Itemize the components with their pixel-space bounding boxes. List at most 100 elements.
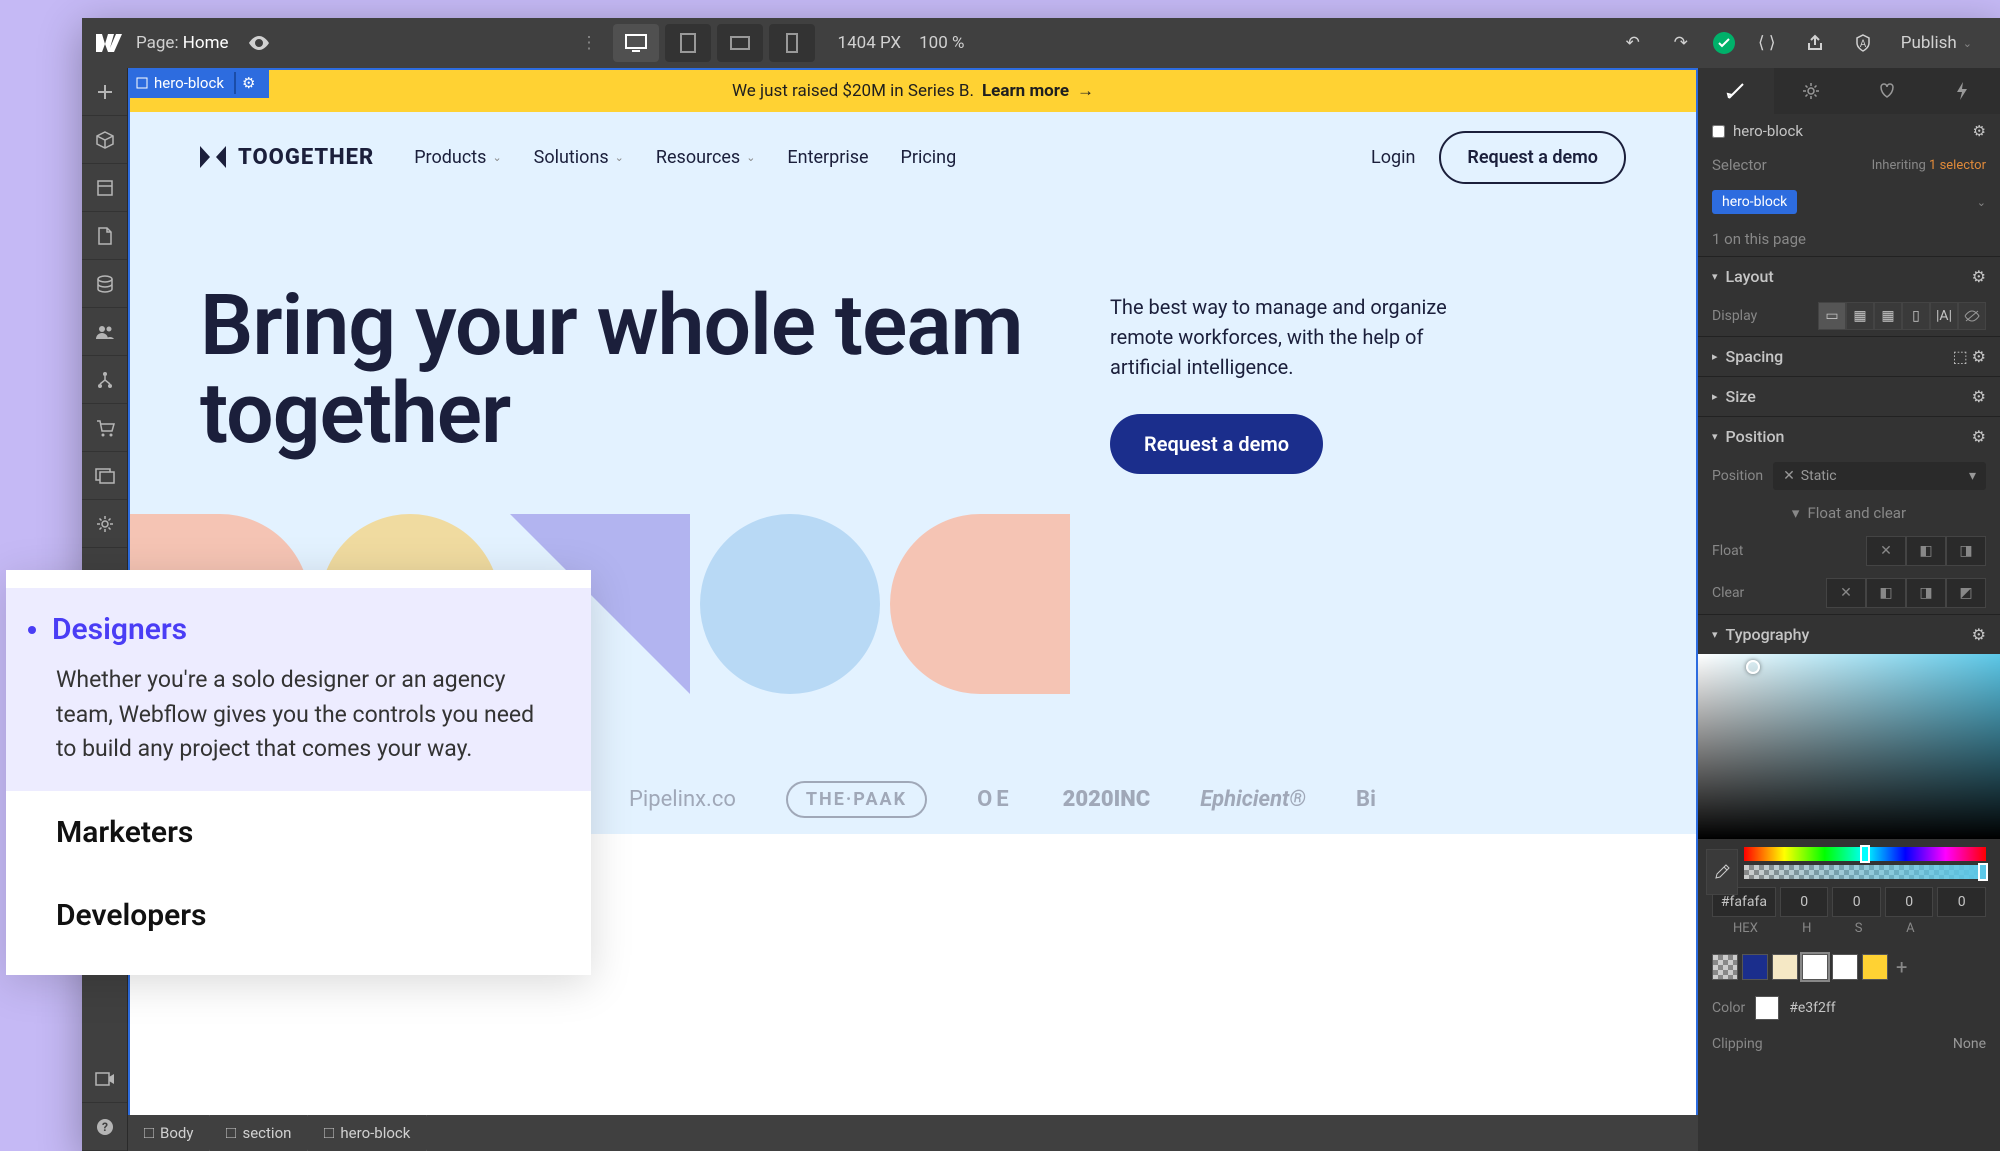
video-icon[interactable] <box>82 1055 127 1103</box>
breakpoint-mobile[interactable] <box>769 24 815 62</box>
logic-icon[interactable] <box>82 356 127 404</box>
audit-icon[interactable]: A <box>1847 27 1879 59</box>
add-swatch-icon[interactable]: + <box>1896 955 1907 979</box>
element-checkbox[interactable] <box>1712 125 1725 138</box>
swatch-4[interactable] <box>1832 954 1858 980</box>
export-icon[interactable] <box>1799 27 1831 59</box>
nav-resources[interactable]: Resources ⌄ <box>656 147 756 168</box>
tab-style-manager-icon[interactable] <box>1849 68 1925 114</box>
topbar-actions: ↶ ↷ ⟨ ⟩ A Publish ⌄ <box>1617 27 1992 59</box>
color-chip[interactable] <box>1755 996 1779 1020</box>
clear-left[interactable]: ◧ <box>1866 578 1906 608</box>
page-label[interactable]: Page: Home <box>136 33 229 53</box>
settings-icon[interactable] <box>82 500 127 548</box>
add-element-icon[interactable] <box>82 68 127 116</box>
status-ok-icon[interactable] <box>1713 32 1735 54</box>
display-inline-icon[interactable]: |A| <box>1930 302 1958 330</box>
code-icon[interactable]: ⟨ ⟩ <box>1751 27 1783 59</box>
publish-button[interactable]: Publish ⌄ <box>1895 33 1978 53</box>
section-size[interactable]: ▸Size⚙ <box>1698 377 2000 416</box>
tab-settings-icon[interactable] <box>1774 68 1850 114</box>
popup-designers[interactable]: Designers Whether you're a solo designer… <box>6 588 591 791</box>
tab-style-icon[interactable] <box>1698 68 1774 114</box>
logo-thepaak: THE·PAAK <box>786 781 927 818</box>
r-input[interactable]: 0 <box>1780 887 1829 917</box>
clear-none[interactable]: ✕ <box>1826 578 1866 608</box>
kebab-icon[interactable]: ⋮ <box>581 33 598 53</box>
breadcrumb-body[interactable]: Body <box>128 1115 210 1151</box>
help-icon[interactable]: ? <box>82 1103 127 1151</box>
symbols-icon[interactable] <box>82 116 127 164</box>
a-input[interactable]: 0 <box>1937 887 1986 917</box>
ecommerce-icon[interactable] <box>82 404 127 452</box>
breakpoint-group <box>610 24 818 62</box>
breakpoint-desktop[interactable] <box>613 24 659 62</box>
pages-icon[interactable] <box>82 212 127 260</box>
top-bar: Page: Home ⋮ 1404 PX100 % ↶ ↷ ⟨ ⟩ A Publ… <box>82 18 2000 68</box>
nav-enterprise[interactable]: Enterprise <box>787 147 868 168</box>
webflow-logo-icon[interactable] <box>90 18 128 68</box>
display-block-icon[interactable]: ▭ <box>1818 302 1846 330</box>
style-panel: hero-block ⚙ Selector Inheriting 1 selec… <box>1698 68 2000 1151</box>
clear-right[interactable]: ◨ <box>1906 578 1946 608</box>
alpha-slider[interactable] <box>1744 865 1986 879</box>
canvas-size[interactable]: 1404 PX100 % <box>838 33 965 53</box>
position-value[interactable]: ✕Static▾ <box>1773 462 1986 490</box>
float-left[interactable]: ◧ <box>1906 536 1946 566</box>
color-value-row: Color #e3f2ff <box>1698 988 2000 1028</box>
preview-icon[interactable] <box>247 31 271 55</box>
hero-section: Bring your whole team together The best … <box>130 202 1696 514</box>
popup-marketers[interactable]: Marketers <box>6 791 591 874</box>
swatch-2[interactable] <box>1772 954 1798 980</box>
swatch-1[interactable] <box>1742 954 1768 980</box>
breadcrumb-hero-block[interactable]: hero-block <box>308 1115 427 1151</box>
display-flex-icon[interactable]: ▦ <box>1846 302 1874 330</box>
hue-slider[interactable] <box>1744 847 1986 861</box>
selection-tag[interactable]: hero-block ⚙ <box>128 68 269 98</box>
nav-products[interactable]: Products ⌄ <box>414 147 501 168</box>
breakpoint-tablet-landscape[interactable] <box>717 24 763 62</box>
brand-logo[interactable]: TOOGETHER <box>200 144 374 170</box>
nav-solutions[interactable]: Solutions ⌄ <box>534 147 624 168</box>
b-input[interactable]: 0 <box>1885 887 1934 917</box>
swatch-5[interactable] <box>1862 954 1888 980</box>
element-settings-icon[interactable]: ⚙ <box>234 72 261 94</box>
swatch-3[interactable] <box>1802 954 1828 980</box>
float-none[interactable]: ✕ <box>1866 536 1906 566</box>
selector-chip-row[interactable]: hero-block ⌄ <box>1698 182 2000 222</box>
request-demo-button[interactable]: Request a demo <box>1439 131 1626 184</box>
g-input[interactable]: 0 <box>1832 887 1881 917</box>
float-right[interactable]: ◨ <box>1946 536 1986 566</box>
breakpoint-tablet[interactable] <box>665 24 711 62</box>
panel-tabs <box>1698 68 2000 114</box>
hero-cta-button[interactable]: Request a demo <box>1110 414 1323 474</box>
eyedropper-icon[interactable] <box>1706 849 1738 895</box>
popup-developers[interactable]: Developers <box>6 874 591 957</box>
section-position[interactable]: ▾Position⚙ <box>1698 417 2000 456</box>
display-inline-block-icon[interactable]: ▯ <box>1902 302 1930 330</box>
navigator-icon[interactable] <box>82 164 127 212</box>
login-link[interactable]: Login <box>1371 147 1415 168</box>
saturation-field[interactable] <box>1698 654 2000 839</box>
redo-icon[interactable]: ↷ <box>1665 27 1697 59</box>
breadcrumb-section[interactable]: section <box>210 1115 308 1151</box>
logo-ephicient: Ephicient® <box>1200 787 1306 812</box>
nav-pricing[interactable]: Pricing <box>901 147 957 168</box>
display-grid-icon[interactable]: ▦ <box>1874 302 1902 330</box>
display-none-icon[interactable] <box>1958 302 1986 330</box>
tab-interactions-icon[interactable] <box>1925 68 2000 114</box>
banner-cta[interactable]: Learn more <box>982 81 1069 101</box>
section-typography[interactable]: ▾Typography⚙ <box>1698 615 2000 654</box>
cms-icon[interactable] <box>82 260 127 308</box>
mixer-icon[interactable]: ⚙ <box>1973 122 1986 140</box>
color-hex-value[interactable]: #e3f2ff <box>1789 1000 1835 1016</box>
clipping-value[interactable]: None <box>1953 1036 1986 1052</box>
active-dot-icon <box>28 626 36 634</box>
undo-icon[interactable]: ↶ <box>1617 27 1649 59</box>
swatch-transparent[interactable] <box>1712 954 1738 980</box>
section-layout[interactable]: ▾Layout⚙ <box>1698 257 2000 296</box>
clear-both[interactable]: ◩ <box>1946 578 1986 608</box>
section-spacing[interactable]: ▸Spacing⬚ ⚙ <box>1698 337 2000 376</box>
users-icon[interactable] <box>82 308 127 356</box>
assets-icon[interactable] <box>82 452 127 500</box>
